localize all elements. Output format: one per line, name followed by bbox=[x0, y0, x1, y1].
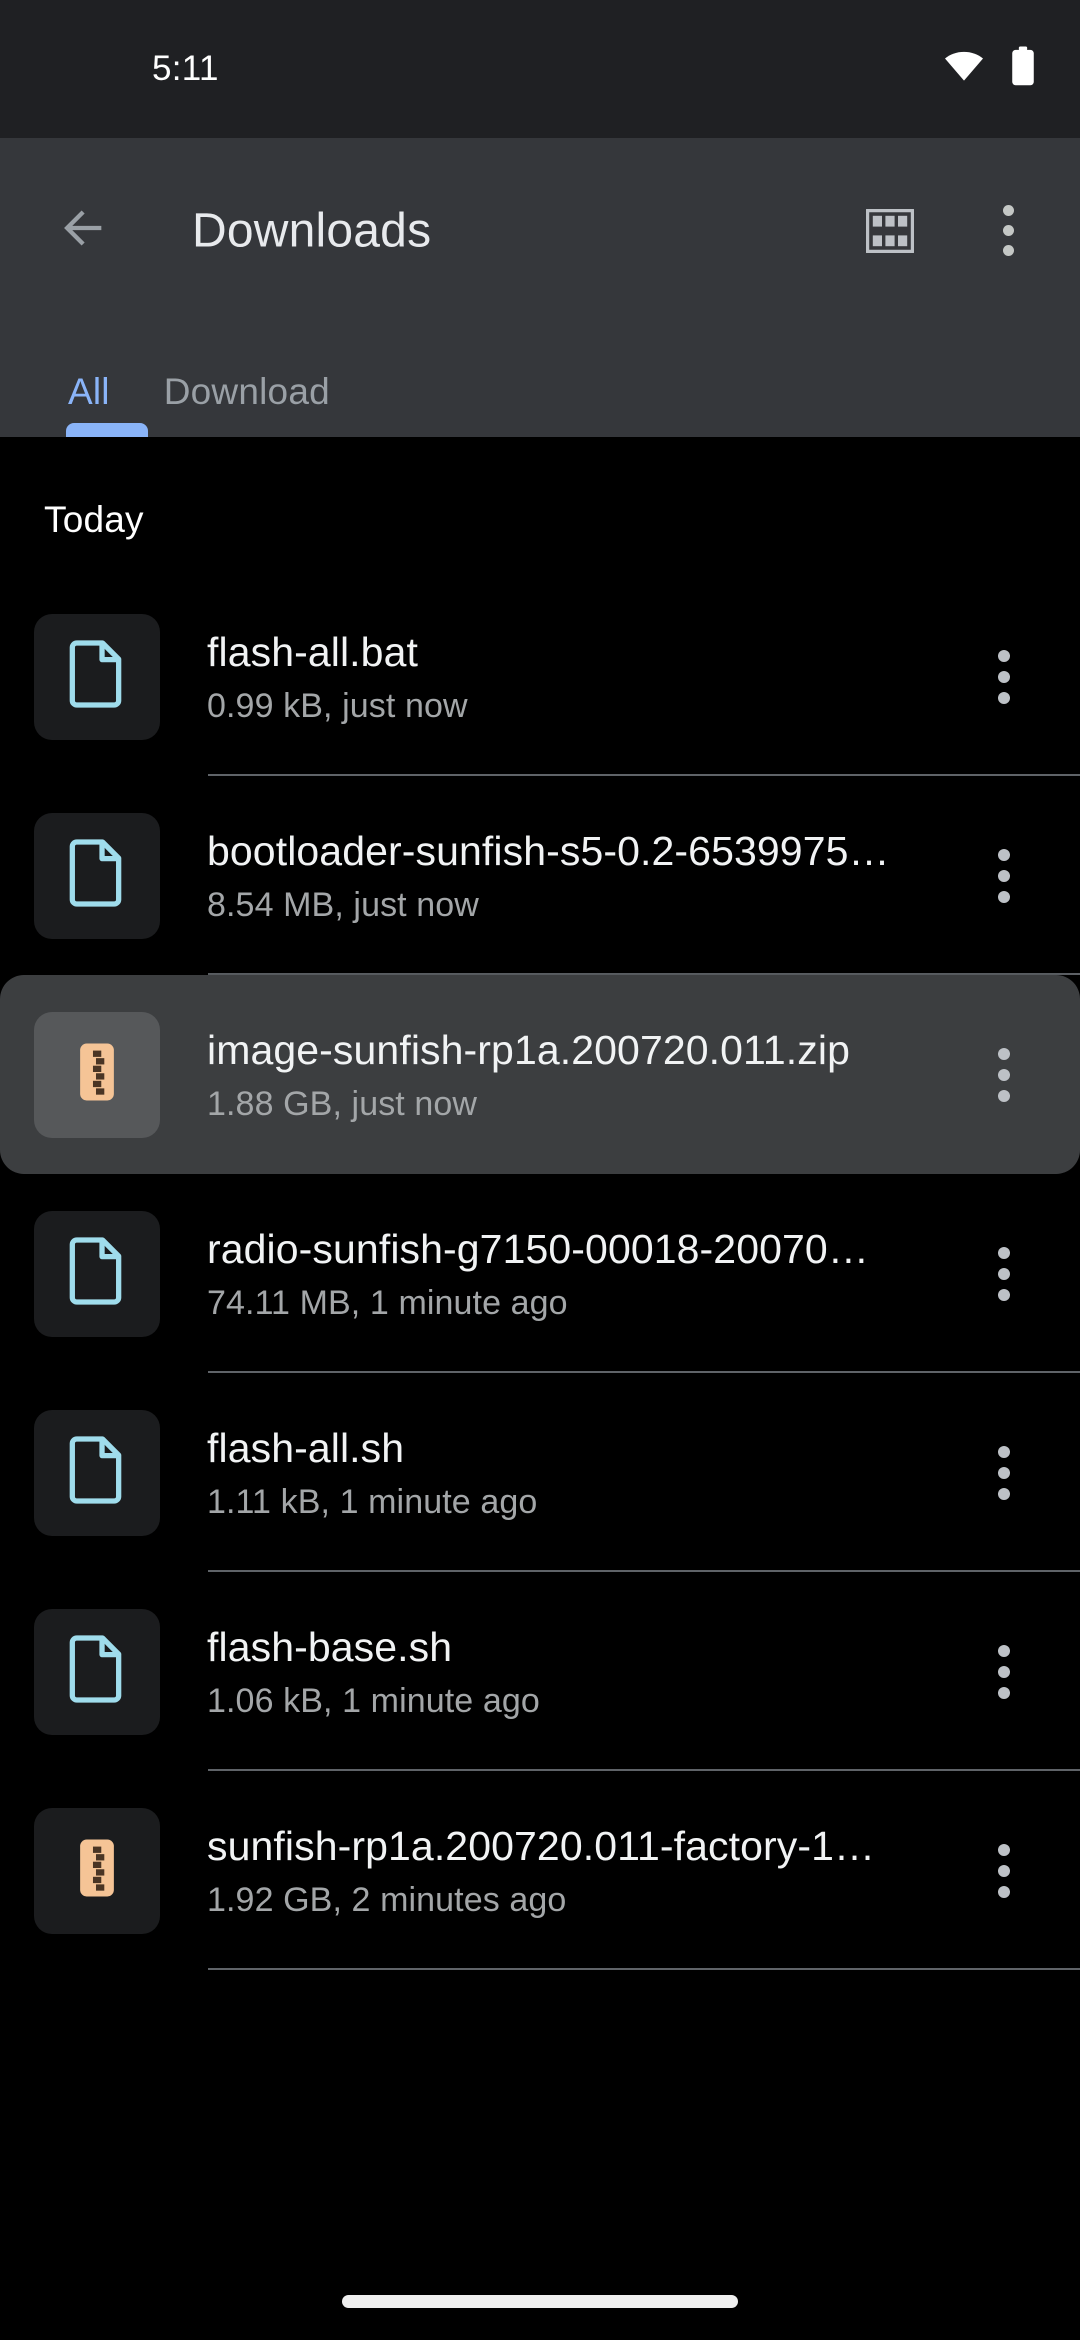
back-button[interactable] bbox=[48, 195, 120, 267]
row-overflow-button[interactable] bbox=[966, 828, 1042, 924]
file-text-block: radio-sunfish-g7150-00018-20070… 74.11 M… bbox=[207, 1224, 897, 1322]
status-icons bbox=[944, 46, 1036, 92]
file-meta: 74.11 MB, 1 minute ago bbox=[207, 1283, 568, 1322]
file-thumbnail bbox=[34, 812, 160, 939]
table-row[interactable]: radio-sunfish-g7150-00018-20070… 74.11 M… bbox=[0, 1174, 1080, 1373]
file-name: image-sunfish-rp1a.200720.011.zip bbox=[207, 1026, 851, 1073]
overflow-menu-button[interactable] bbox=[970, 193, 1046, 269]
tab-download-label: Download bbox=[163, 371, 330, 412]
tab-all[interactable]: All bbox=[0, 323, 164, 437]
file-meta: 1.11 kB, 1 minute ago bbox=[207, 1482, 538, 1521]
overflow-menu-icon bbox=[1002, 205, 1014, 256]
file-thumbnail bbox=[34, 1608, 160, 1735]
file-name: flash-all.bat bbox=[207, 628, 418, 675]
file-meta: 1.88 GB, just now bbox=[207, 1084, 478, 1123]
file-meta: 0.99 kB, just now bbox=[207, 686, 468, 725]
file-name: sunfish-rp1a.200720.011-factory-1… bbox=[207, 1822, 876, 1869]
file-text-block: sunfish-rp1a.200720.011-factory-1… 1.92 … bbox=[207, 1821, 897, 1919]
app-bar-top-row: Downloads bbox=[0, 138, 1080, 323]
row-overflow-button[interactable] bbox=[966, 1823, 1042, 1919]
row-divider bbox=[208, 1968, 1080, 1970]
app-bar: Downloads All Download bbox=[0, 138, 1080, 445]
overflow-menu-icon bbox=[998, 649, 1010, 704]
table-row[interactable]: bootloader-sunfish-s5-0.2-6539975… 8.54 … bbox=[0, 776, 1080, 975]
file-thumbnail bbox=[34, 1210, 160, 1337]
downloads-screen: 5:11 Downloads All Download Today flash-… bbox=[0, 0, 1080, 2340]
grid-view-icon bbox=[866, 208, 914, 253]
file-name: flash-all.sh bbox=[207, 1424, 405, 1471]
overflow-menu-icon bbox=[998, 1843, 1010, 1898]
zip-archive-icon bbox=[69, 1834, 125, 1907]
file-text-block: flash-all.bat 0.99 kB, just now bbox=[207, 627, 897, 725]
tab-all-label: All bbox=[68, 371, 110, 412]
file-thumbnail bbox=[34, 1011, 160, 1138]
overflow-menu-icon bbox=[998, 1445, 1010, 1500]
home-gesture-pill[interactable] bbox=[342, 2295, 738, 2308]
overflow-menu-icon bbox=[998, 848, 1010, 903]
table-row[interactable]: flash-all.sh 1.11 kB, 1 minute ago bbox=[0, 1373, 1080, 1572]
document-file-icon bbox=[69, 839, 125, 912]
file-text-block: flash-all.sh 1.11 kB, 1 minute ago bbox=[207, 1423, 897, 1521]
document-file-icon bbox=[69, 1436, 125, 1509]
document-file-icon bbox=[69, 1237, 125, 1310]
file-list: flash-all.bat 0.99 kB, just now bootload… bbox=[0, 577, 1080, 1970]
file-meta: 1.06 kB, 1 minute ago bbox=[207, 1681, 540, 1720]
file-meta: 8.54 MB, just now bbox=[207, 885, 479, 924]
grid-view-button[interactable] bbox=[852, 193, 928, 269]
file-text-block: image-sunfish-rp1a.200720.011.zip 1.88 G… bbox=[207, 1025, 897, 1123]
tab-download[interactable]: Download bbox=[164, 323, 384, 437]
file-thumbnail bbox=[34, 613, 160, 740]
file-name: radio-sunfish-g7150-00018-20070… bbox=[207, 1225, 869, 1272]
tab-bar: All Download bbox=[0, 323, 1080, 445]
overflow-menu-icon bbox=[998, 1047, 1010, 1102]
file-name: bootloader-sunfish-s5-0.2-6539975… bbox=[207, 827, 890, 874]
file-list-container: Today flash-all.bat 0.99 kB, just now bo… bbox=[0, 437, 1080, 2340]
row-overflow-button[interactable] bbox=[966, 1226, 1042, 1322]
row-overflow-button[interactable] bbox=[966, 1425, 1042, 1521]
back-arrow-icon bbox=[58, 202, 110, 259]
file-text-block: bootloader-sunfish-s5-0.2-6539975… 8.54 … bbox=[207, 826, 897, 924]
file-meta: 1.92 GB, 2 minutes ago bbox=[207, 1880, 567, 1919]
row-overflow-button[interactable] bbox=[966, 1027, 1042, 1123]
row-overflow-button[interactable] bbox=[966, 629, 1042, 725]
status-clock: 5:11 bbox=[152, 49, 219, 88]
table-row[interactable]: flash-base.sh 1.06 kB, 1 minute ago bbox=[0, 1572, 1080, 1771]
overflow-menu-icon bbox=[998, 1644, 1010, 1699]
row-overflow-button[interactable] bbox=[966, 1624, 1042, 1720]
page-title: Downloads bbox=[192, 204, 432, 257]
zip-archive-icon bbox=[69, 1038, 125, 1111]
status-bar: 5:11 bbox=[0, 0, 1080, 138]
file-text-block: flash-base.sh 1.06 kB, 1 minute ago bbox=[207, 1622, 897, 1720]
app-bar-actions bbox=[852, 193, 1046, 269]
section-header-today: Today bbox=[44, 499, 144, 540]
table-row[interactable]: sunfish-rp1a.200720.011-factory-1… 1.92 … bbox=[0, 1771, 1080, 1970]
file-name: flash-base.sh bbox=[207, 1623, 453, 1670]
table-row[interactable]: flash-all.bat 0.99 kB, just now bbox=[0, 577, 1080, 776]
battery-full-icon bbox=[1010, 46, 1036, 92]
table-row[interactable]: image-sunfish-rp1a.200720.011.zip 1.88 G… bbox=[0, 975, 1080, 1174]
document-file-icon bbox=[69, 640, 125, 713]
file-thumbnail bbox=[34, 1409, 160, 1536]
file-thumbnail bbox=[34, 1807, 160, 1934]
wifi-icon bbox=[944, 51, 984, 87]
document-file-icon bbox=[69, 1635, 125, 1708]
overflow-menu-icon bbox=[998, 1246, 1010, 1301]
